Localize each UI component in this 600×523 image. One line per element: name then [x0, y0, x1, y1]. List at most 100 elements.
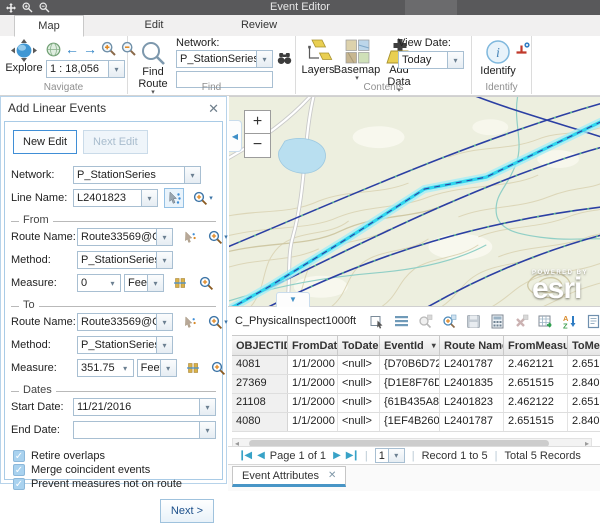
chevron-down-icon[interactable]: ▾: [199, 422, 215, 438]
chevron-down-icon[interactable]: ▾: [118, 360, 133, 376]
explore-button[interactable]: Explore: [4, 39, 44, 74]
from-zoom-route-button[interactable]: ▾: [205, 227, 231, 247]
next-button[interactable]: Next >: [160, 499, 214, 523]
line-name-combo[interactable]: L2401823 ▾: [73, 189, 158, 207]
field-calculator-icon[interactable]: [487, 312, 508, 330]
column-header[interactable]: FromDate: [288, 336, 338, 355]
close-icon[interactable]: ✕: [208, 102, 219, 115]
to-measure-zoom-button[interactable]: [209, 358, 229, 378]
select-records-icon[interactable]: [367, 312, 388, 330]
zoom-in-map-icon[interactable]: [101, 41, 117, 57]
from-select-route-button[interactable]: [179, 227, 199, 247]
chevron-down-icon[interactable]: ▾: [388, 449, 404, 462]
network-combo[interactable]: P_StationSeries ▾: [73, 166, 201, 184]
option-checkbox[interactable]: ✓Merge coincident events: [11, 463, 216, 476]
zoom-out-icon[interactable]: [39, 2, 50, 13]
basemap-button[interactable]: Basemap ▾: [336, 39, 378, 82]
map-zoom-out-button[interactable]: −: [244, 134, 271, 158]
collapse-table-button[interactable]: ▼: [276, 292, 310, 307]
save-edits-icon[interactable]: [463, 312, 484, 330]
pan-icon[interactable]: [6, 3, 16, 13]
zoom-to-line-button[interactable]: ▾: [190, 188, 216, 208]
column-header[interactable]: OBJECTID: [232, 336, 288, 355]
binoculars-icon[interactable]: [277, 52, 292, 65]
chevron-down-icon[interactable]: ▾: [108, 61, 124, 77]
sort-records-icon[interactable]: AZ: [559, 312, 580, 330]
first-page-button[interactable]: ❙◀: [238, 451, 250, 461]
chevron-down-icon[interactable]: ▾: [105, 275, 120, 291]
map-view[interactable]: + − ◀ ▼ POWERED BY esri: [229, 96, 600, 307]
to-measure-locate-button[interactable]: [183, 358, 203, 378]
from-method-combo[interactable]: P_StationSeries ▾: [77, 251, 173, 269]
chevron-down-icon[interactable]: ▾: [147, 275, 163, 291]
option-checkbox[interactable]: ✓Prevent measures not on route: [11, 477, 216, 490]
checkbox-icon[interactable]: ✓: [13, 464, 25, 476]
prev-page-button[interactable]: ◀: [257, 451, 263, 461]
chevron-down-icon[interactable]: ▾: [199, 399, 215, 415]
tab-review[interactable]: Review: [224, 15, 294, 36]
network-combo[interactable]: P_StationSeries ▾: [176, 50, 273, 68]
zoom-to-selected-icon[interactable]: [415, 312, 436, 330]
chevron-down-icon[interactable]: ▾: [184, 167, 200, 183]
column-header[interactable]: EventId▾: [380, 336, 440, 355]
table-row[interactable]: 273691/1/2000<null>{D1E8F76D-FL24018352.…: [232, 375, 600, 394]
column-header[interactable]: ToDate: [338, 336, 380, 355]
to-measure-combo[interactable]: 351.75 ▾: [77, 359, 134, 377]
to-route-combo[interactable]: Route33569@Cent ▾: [77, 313, 173, 331]
collapse-panel-button[interactable]: ◀: [229, 120, 242, 152]
next-page-button[interactable]: ▶: [333, 451, 339, 461]
from-measure-zoom-button[interactable]: [196, 273, 216, 293]
zoom-in-icon[interactable]: [22, 2, 33, 13]
checkbox-icon[interactable]: ✓: [13, 478, 25, 490]
show-records-icon[interactable]: [391, 312, 412, 330]
column-header[interactable]: Route Name: [440, 336, 504, 355]
table-row[interactable]: 40801/1/2000<null>{1EF4B260-F0L24017872.…: [232, 413, 600, 432]
to-select-route-button[interactable]: [179, 312, 199, 332]
from-units-combo[interactable]: Feet ▾: [124, 274, 164, 292]
start-date-combo[interactable]: 11/21/2016 ▾: [73, 398, 216, 416]
from-measure-combo[interactable]: 0 ▾: [77, 274, 121, 292]
attribute-report-icon[interactable]: [583, 312, 600, 330]
option-checkbox[interactable]: ✓Retire overlaps: [11, 449, 216, 462]
back-arrow-icon[interactable]: ←: [65, 42, 79, 56]
chevron-down-icon[interactable]: ▾: [256, 51, 272, 67]
next-edit-button[interactable]: Next Edit: [83, 130, 148, 154]
table-row[interactable]: 211081/1/2000<null>{61B435A8-32L24018232…: [232, 394, 600, 413]
column-header[interactable]: FromMeasure: [504, 336, 568, 355]
chevron-down-icon[interactable]: ▾: [156, 229, 172, 245]
chevron-down-icon[interactable]: ▾: [447, 52, 463, 68]
layers-button[interactable]: Layers: [300, 39, 336, 76]
new-edit-button[interactable]: New Edit: [13, 130, 77, 154]
from-measure-locate-button[interactable]: [170, 273, 190, 293]
export-records-icon[interactable]: [535, 312, 556, 330]
delete-selected-icon[interactable]: [511, 312, 532, 330]
map-zoom-in-button[interactable]: +: [244, 110, 271, 134]
chevron-down-icon[interactable]: ▾: [156, 252, 172, 268]
to-method-combo[interactable]: P_StationSeries ▾: [77, 336, 173, 354]
from-route-combo[interactable]: Route33569@Cent ▾: [77, 228, 173, 246]
view-date-combo[interactable]: Today ▾: [398, 51, 464, 69]
chevron-down-icon[interactable]: ▾: [156, 337, 172, 353]
tab-event-attributes[interactable]: Event Attributes ✕: [232, 466, 346, 487]
tab-edit[interactable]: Edit: [119, 15, 189, 36]
identify-button[interactable]: i Identify: [478, 39, 518, 77]
globe-icon[interactable]: [46, 42, 61, 57]
to-units-combo[interactable]: Feet ▾: [137, 359, 177, 377]
chevron-down-icon[interactable]: ▾: [160, 360, 176, 376]
ribbon-tabstrip: Map Edit Review: [0, 15, 600, 37]
tab-map[interactable]: Map: [14, 15, 84, 37]
checkbox-icon[interactable]: ✓: [13, 450, 25, 462]
end-date-combo[interactable]: ▾: [73, 421, 216, 439]
forward-arrow-icon[interactable]: →: [83, 42, 97, 56]
chevron-down-icon[interactable]: ▾: [141, 190, 157, 206]
identify-route-location-icon[interactable]: [515, 42, 530, 56]
last-page-button[interactable]: ▶❙: [346, 451, 358, 461]
scale-combo[interactable]: 1 : 18,056 ▾: [46, 60, 125, 78]
table-row[interactable]: 40811/1/2000<null>{D70B6D72-3L24017872.4…: [232, 356, 600, 375]
chevron-down-icon[interactable]: ▾: [156, 314, 172, 330]
pan-to-selected-icon[interactable]: [439, 312, 460, 330]
close-icon[interactable]: ✕: [328, 470, 336, 481]
column-header[interactable]: ToMeasure: [568, 336, 600, 355]
page-number-combo[interactable]: 1 ▾: [375, 448, 405, 463]
select-on-map-button[interactable]: [164, 188, 184, 208]
